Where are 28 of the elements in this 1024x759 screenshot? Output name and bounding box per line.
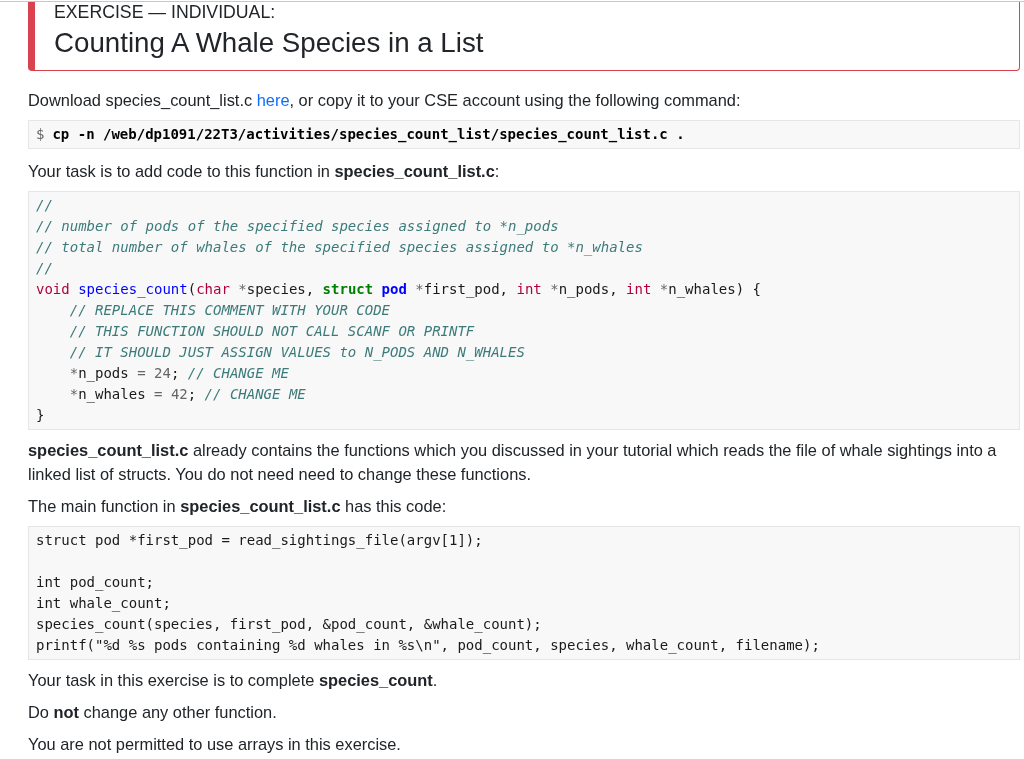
code-line: struct pod *first_pod = read_sightings_file(argv[1]); [36, 531, 483, 551]
instruction-text: Your task is to add code to this function in species_count_list.c: [28, 161, 501, 182]
exercise-title: Counting A Whale Species in a List [54, 27, 485, 59]
code-line: // [36, 259, 53, 278]
code-line: // THIS FUNCTION SHOULD NOT CALL SCANF OR PRINTF [68, 322, 475, 341]
shell-command: cp -n /web/dp1091/22T3/activities/species_count_list/species_count_list.c . [52, 126, 685, 142]
instruction-text: Do not change any other function. [28, 702, 278, 723]
shell-prompt: $ [36, 126, 45, 142]
code-line: // IT SHOULD JUST ASSIGN VALUES to N_PODS AND N_WHALES [68, 343, 525, 363]
instruction-text: species_count_list.c already contains the functions which you discussed in your tutorial which reads the file of whale sightings into a linked list of structs. You do not need need to change these functions. [28, 440, 998, 485]
code-line: // [36, 196, 53, 215]
code-line: // number of pods of the specified species assigned to *n_pods [36, 217, 559, 237]
code-line: // total number of whales of the specified species assigned to *n_whales [36, 238, 643, 258]
instruction-text: You are not permitted to use arrays in this exercise. [28, 734, 402, 755]
code-line: int pod_count; [36, 573, 154, 593]
code-line: printf("%d %s pods containing %d whales in %s\n", pod_count, species, whale_count, filename); [36, 636, 820, 656]
code-line: void species_count(char *species, struct pod *first_pod, int *n_pods, int *n_whales) { [36, 280, 761, 300]
exercise-label: EXERCISE — INDIVIDUAL: [54, 2, 277, 23]
instruction-text: The main function in species_count_list.c has this code: [28, 496, 448, 517]
code-line: int whale_count; [36, 594, 171, 614]
code-line: // REPLACE THIS COMMENT WITH YOUR CODE [68, 301, 390, 320]
download-instructions: Download species_count_list.c here, or copy it to your CSE account using the following command: [28, 90, 742, 111]
download-link[interactable]: here [256, 91, 290, 109]
instruction-text: Your task in this exercise is to complete species_count. [28, 670, 439, 691]
code-line: *n_pods = 24; // CHANGE ME [68, 364, 289, 384]
code-line: species_count(species, first_pod, &pod_count, &whale_count); [36, 615, 542, 635]
code-line: *n_whales = 42; // CHANGE ME [68, 385, 306, 405]
code-line: } [36, 406, 45, 425]
